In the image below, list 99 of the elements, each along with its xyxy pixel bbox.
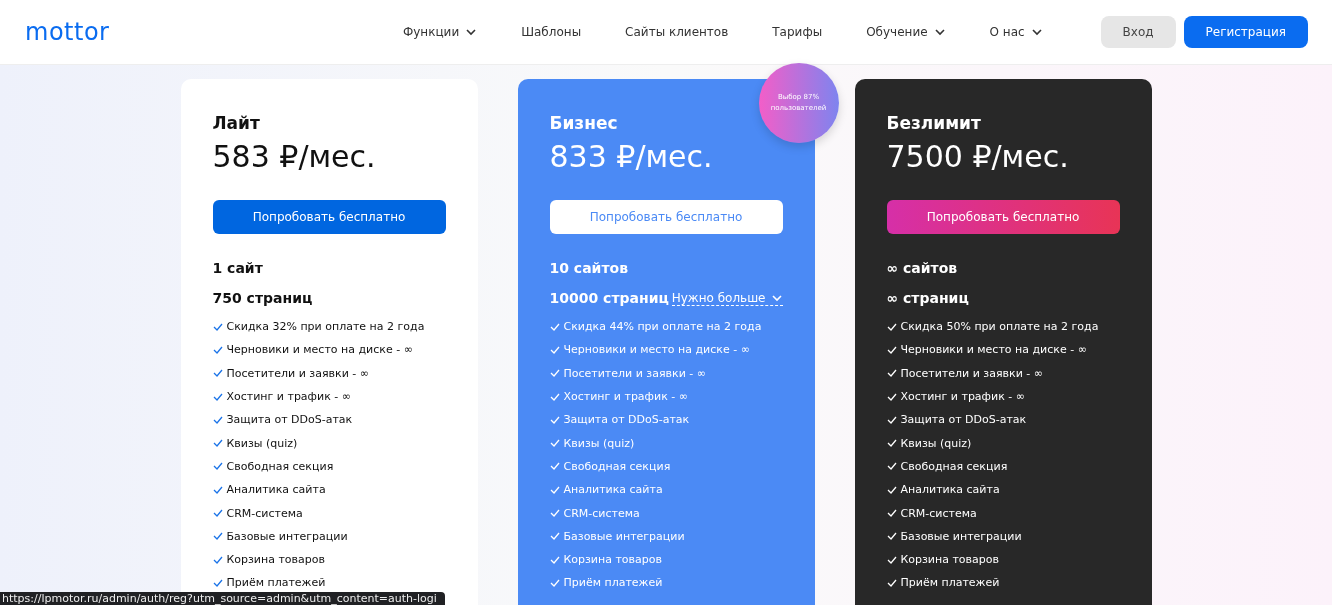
feature-text: Хостинг и трафик - ∞ bbox=[226, 390, 351, 404]
check-icon bbox=[886, 391, 897, 402]
check-icon bbox=[549, 368, 560, 379]
check-icon bbox=[549, 321, 560, 332]
feature-text: Корзина товаров bbox=[900, 553, 999, 567]
feature-text: Свободная секция bbox=[226, 459, 334, 473]
feature-text: Защита от DDoS-атак bbox=[226, 413, 353, 427]
check-icon bbox=[886, 344, 897, 355]
check-icon bbox=[212, 368, 223, 379]
feature-text: Защита от DDoS-атак bbox=[900, 413, 1027, 427]
check-icon bbox=[886, 461, 897, 472]
check-icon bbox=[549, 554, 560, 565]
feature-text: Посетители и заявки - ∞ bbox=[563, 366, 706, 380]
logo[interactable]: mottor bbox=[25, 18, 325, 46]
chevron-down-icon bbox=[1030, 26, 1043, 38]
check-icon bbox=[212, 554, 223, 565]
feature-text: Квизы (quiz) bbox=[563, 436, 635, 450]
check-icon bbox=[549, 438, 560, 449]
sites-count: 10 сайтов bbox=[549, 260, 629, 276]
plan-price: 7500 ₽/мес. bbox=[886, 139, 1070, 174]
sites-count: 1 сайт bbox=[212, 260, 264, 276]
register-button[interactable]: Регистрация bbox=[1183, 16, 1308, 48]
check-icon bbox=[212, 414, 223, 425]
plan-name: Лайт bbox=[212, 113, 261, 133]
check-icon bbox=[212, 461, 223, 472]
nav-link[interactable]: Тарифы bbox=[772, 25, 823, 39]
check-icon bbox=[549, 577, 560, 588]
feature-text: Хостинг и трафик - ∞ bbox=[900, 390, 1025, 404]
check-icon bbox=[886, 577, 897, 588]
login-button[interactable]: Вход bbox=[1100, 16, 1176, 48]
try-free-button[interactable]: Попробовать бесплатно bbox=[886, 200, 1120, 234]
feature-text: Базовые интеграции bbox=[226, 529, 348, 543]
feature-text: Корзина товаров bbox=[563, 553, 662, 567]
nav-link[interactable]: О нас bbox=[989, 25, 1043, 39]
nav-link[interactable]: Функции bbox=[402, 25, 478, 39]
check-icon bbox=[886, 414, 897, 425]
check-icon bbox=[886, 321, 897, 332]
feature-text: Посетители и заявки - ∞ bbox=[226, 366, 369, 380]
feature-text: Базовые интеграции bbox=[563, 529, 685, 543]
feature-text: Приём платежей bbox=[900, 576, 1000, 590]
plan-price: 833 ₽/мес. bbox=[549, 139, 714, 174]
feature-text: Черновики и место на диске - ∞ bbox=[563, 343, 750, 357]
chevron-down-icon bbox=[465, 26, 478, 38]
check-icon bbox=[549, 484, 560, 495]
pages-count: 750 страниц bbox=[212, 290, 313, 306]
feature-text: Свободная секция bbox=[563, 459, 671, 473]
feature-text: Квизы (quiz) bbox=[900, 436, 972, 450]
check-icon bbox=[886, 554, 897, 565]
feature-text: CRM-система bbox=[900, 506, 977, 520]
feature-text: Приём платежей bbox=[226, 576, 326, 590]
chevron-down-icon bbox=[933, 26, 946, 38]
feature-text: Черновики и место на диске - ∞ bbox=[226, 343, 413, 357]
try-free-button[interactable]: Попробовать бесплатно bbox=[212, 200, 446, 234]
check-icon bbox=[212, 438, 223, 449]
check-icon bbox=[886, 438, 897, 449]
feature-text: Защита от DDoS-атак bbox=[563, 413, 690, 427]
nav-link[interactable]: Шаблоны bbox=[521, 25, 582, 39]
feature-text: Аналитика сайта bbox=[563, 483, 663, 497]
check-icon bbox=[886, 531, 897, 542]
status-bar-url: https://lpmotor.ru/admin/auth/reg?utm_source=admin&utm_content=auth-logi bbox=[0, 592, 445, 605]
feature-text: Черновики и место на диске - ∞ bbox=[900, 343, 1087, 357]
plan-name: Безлимит bbox=[886, 113, 982, 133]
check-icon bbox=[549, 461, 560, 472]
check-icon bbox=[212, 531, 223, 542]
feature-text: CRM-система bbox=[563, 506, 640, 520]
feature-text: Хостинг и трафик - ∞ bbox=[563, 390, 688, 404]
check-icon bbox=[212, 508, 223, 518]
check-icon bbox=[212, 391, 223, 402]
pages-count: ∞ страниц bbox=[886, 290, 969, 306]
check-icon bbox=[886, 484, 897, 495]
check-icon bbox=[212, 321, 223, 332]
check-icon bbox=[549, 344, 560, 355]
feature-text: Квизы (quiz) bbox=[226, 436, 298, 450]
feature-text: Свободная секция bbox=[900, 459, 1008, 473]
check-icon bbox=[549, 531, 560, 542]
nav-link[interactable]: Сайты клиентов bbox=[625, 25, 729, 39]
check-icon bbox=[549, 508, 560, 518]
sites-count: ∞ сайтов bbox=[886, 260, 959, 276]
check-icon bbox=[886, 508, 897, 518]
feature-text: Скидка 44% при оплате на 2 года bbox=[563, 320, 762, 334]
feature-text: Скидка 32% при оплате на 2 года bbox=[226, 320, 425, 334]
check-icon bbox=[212, 484, 223, 495]
check-icon bbox=[549, 414, 560, 425]
feature-text: Приём платежей bbox=[563, 576, 663, 590]
check-icon bbox=[886, 368, 897, 379]
feature-text: Аналитика сайта bbox=[226, 483, 326, 497]
feature-text: Скидка 50% при оплате на 2 года bbox=[900, 320, 1099, 334]
feature-text: Аналитика сайта bbox=[900, 483, 1000, 497]
feature-text: Корзина товаров bbox=[226, 553, 325, 567]
pages-count: 10000 страниц bbox=[549, 290, 669, 306]
feature-text: Посетители и заявки - ∞ bbox=[900, 366, 1043, 380]
feature-text: CRM-система bbox=[226, 506, 303, 520]
check-icon bbox=[549, 391, 560, 402]
plan-price: 583 ₽/мес. bbox=[212, 139, 377, 174]
nav-link[interactable]: Обучение bbox=[866, 25, 946, 39]
feature-text: Базовые интеграции bbox=[900, 529, 1022, 543]
check-icon bbox=[212, 344, 223, 355]
plan-name: Бизнес bbox=[549, 113, 619, 133]
check-icon bbox=[212, 577, 223, 588]
